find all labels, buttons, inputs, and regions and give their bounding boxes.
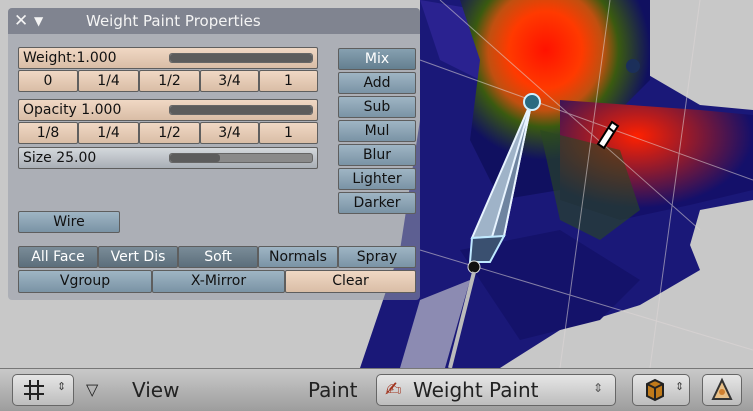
updown-arrows-icon: ⇕ bbox=[592, 381, 603, 395]
paint-menu[interactable]: Paint bbox=[308, 369, 358, 411]
mode-add-button[interactable]: Add bbox=[338, 72, 416, 94]
panel-header[interactable]: ✕ ▼ Weight Paint Properties bbox=[8, 8, 420, 34]
mode-blur-button[interactable]: Blur bbox=[338, 144, 416, 166]
normals-toggle[interactable]: Normals bbox=[258, 246, 338, 268]
soft-toggle[interactable]: Soft bbox=[178, 246, 258, 268]
opacity-preset-3[interactable]: 3/4 bbox=[200, 122, 259, 144]
size-slider-fill bbox=[170, 154, 220, 162]
weight-preset-2[interactable]: 1/2 bbox=[139, 70, 200, 92]
opacity-label: Opacity 1.000 bbox=[23, 102, 122, 118]
wire-toggle[interactable]: Wire bbox=[18, 211, 120, 233]
opacity-preset-1[interactable]: 1/4 bbox=[78, 122, 139, 144]
weight-preset-1[interactable]: 1/4 bbox=[78, 70, 139, 92]
mode-select-value: Weight Paint bbox=[413, 378, 539, 402]
editor-type-select[interactable]: ⇕ bbox=[12, 374, 74, 406]
draw-type-select[interactable]: ⇕ bbox=[632, 374, 690, 406]
mode-mul-button[interactable]: Mul bbox=[338, 120, 416, 142]
mode-darker-button[interactable]: Darker bbox=[338, 192, 416, 214]
mode-mix-button[interactable]: Mix bbox=[338, 48, 416, 70]
edit-mode-toggle[interactable] bbox=[702, 374, 742, 406]
x-mirror-toggle[interactable]: X-Mirror bbox=[152, 270, 285, 293]
vert-dist-toggle[interactable]: Vert Dis bbox=[98, 246, 178, 268]
weight-preset-4[interactable]: 1 bbox=[259, 70, 318, 92]
mode-lighter-button[interactable]: Lighter bbox=[338, 168, 416, 190]
view-menu[interactable]: View bbox=[132, 369, 179, 411]
view3d-header: ⇕ ▽ View Paint ✍ Weight Paint ⇕ ⇕ bbox=[0, 368, 753, 411]
weight-slider[interactable]: Weight:1.000 bbox=[18, 47, 318, 69]
spray-toggle[interactable]: Spray bbox=[338, 246, 416, 268]
mode-sub-button[interactable]: Sub bbox=[338, 96, 416, 118]
updown-arrows-icon: ⇕ bbox=[57, 380, 67, 393]
collapse-triangle-icon[interactable]: ▼ bbox=[34, 8, 43, 34]
weight-label: Weight:1.000 bbox=[23, 50, 117, 66]
opacity-slider-fill bbox=[170, 106, 312, 114]
opacity-slider[interactable]: Opacity 1.000 bbox=[18, 99, 318, 121]
updown-arrows-icon: ⇕ bbox=[675, 380, 685, 393]
mode-select[interactable]: ✍ Weight Paint ⇕ bbox=[376, 374, 616, 406]
weight-slider-fill bbox=[170, 54, 312, 62]
grid-icon bbox=[24, 380, 44, 400]
opacity-preset-0[interactable]: 1/8 bbox=[18, 122, 78, 144]
opacity-preset-2[interactable]: 1/2 bbox=[139, 122, 200, 144]
size-label: Size 25.00 bbox=[23, 150, 97, 166]
panel-title: Weight Paint Properties bbox=[86, 12, 261, 30]
brush-cursor-icon bbox=[596, 120, 620, 150]
clear-button[interactable]: Clear bbox=[285, 270, 416, 293]
weight-preset-0[interactable]: 0 bbox=[18, 70, 78, 92]
size-slider[interactable]: Size 25.00 bbox=[18, 147, 318, 169]
triangle-down-icon[interactable]: ▽ bbox=[86, 369, 98, 411]
opacity-preset-4[interactable]: 1 bbox=[259, 122, 318, 144]
weight-preset-3[interactable]: 3/4 bbox=[200, 70, 259, 92]
edit-triangle-icon bbox=[711, 377, 733, 400]
all-face-toggle[interactable]: All Face bbox=[18, 246, 98, 268]
close-icon[interactable]: ✕ bbox=[14, 8, 28, 34]
shaded-cube-icon bbox=[646, 378, 664, 402]
paint-brush-icon: ✍ bbox=[385, 377, 402, 401]
vgroup-toggle[interactable]: Vgroup bbox=[18, 270, 152, 293]
